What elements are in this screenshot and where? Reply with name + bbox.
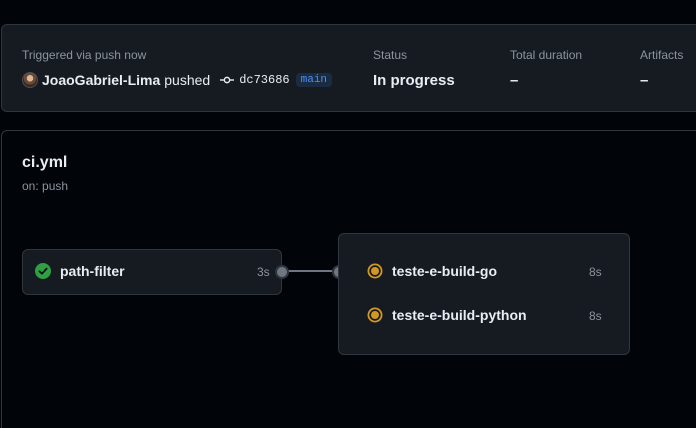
duration-value: – [510, 72, 519, 89]
action-text: pushed [164, 72, 211, 88]
check-circle-icon [35, 263, 51, 279]
git-commit-icon [220, 73, 235, 87]
job-name: teste-e-build-go [392, 263, 497, 279]
workflow-trigger: on: push [22, 179, 69, 193]
job-name: teste-e-build-python [392, 307, 527, 323]
in-progress-icon [367, 263, 383, 279]
status-value: In progress [373, 72, 455, 89]
in-progress-icon [367, 307, 383, 323]
job-group-card [338, 233, 630, 355]
avatar[interactable] [22, 72, 38, 88]
actor-link[interactable]: JoaoGabriel-Lima [42, 72, 160, 88]
trigger-details: JoaoGabriel-Lima pushed dc73686 main [22, 72, 333, 88]
connector-dot-out [275, 265, 289, 279]
job-duration: 8s [589, 265, 602, 279]
run-summary: Triggered via push now JoaoGabriel-Lima … [1, 24, 696, 112]
workflow-file-name[interactable]: ci.yml [22, 154, 67, 172]
branch-badge[interactable]: main [295, 73, 333, 87]
job-dependency-line [281, 270, 338, 272]
commit-sha-link[interactable]: dc73686 [239, 73, 289, 87]
artifacts-label: Artifacts [640, 48, 684, 62]
job-duration: 3s [257, 265, 270, 279]
job-name: path-filter [60, 263, 125, 279]
workflow-run-page: Triggered via push now JoaoGabriel-Lima … [0, 0, 696, 428]
duration-label: Total duration [510, 48, 583, 62]
job-teste-e-build-go[interactable]: teste-e-build-go [367, 263, 497, 279]
job-path-filter[interactable]: path-filter [35, 263, 125, 279]
status-label: Status [373, 48, 408, 62]
trigger-label: Triggered via push now [22, 48, 147, 62]
job-teste-e-build-python[interactable]: teste-e-build-python [367, 307, 527, 323]
job-duration: 8s [589, 309, 602, 323]
artifacts-value: – [640, 72, 649, 89]
